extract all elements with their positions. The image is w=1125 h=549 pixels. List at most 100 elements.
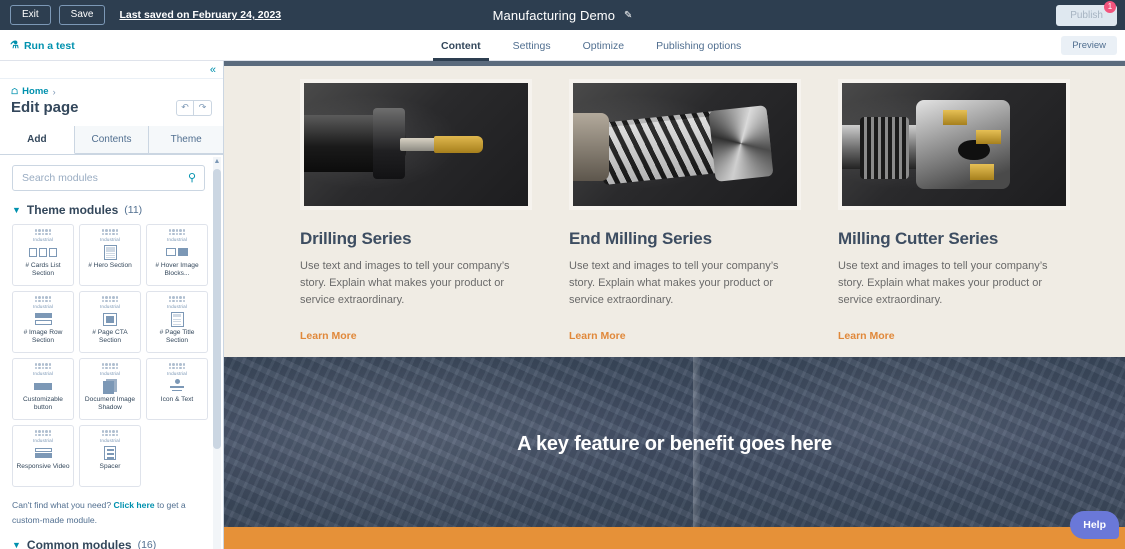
editor-navbar: ⚗ Run a test Content Settings Optimize P… <box>0 30 1125 61</box>
module-card-customizable-button[interactable]: Industrial Customizable button <box>12 358 74 420</box>
drag-handle-icon[interactable] <box>35 430 51 436</box>
responsive-video-icon <box>34 445 52 461</box>
run-a-test-link[interactable]: ⚗ Run a test <box>10 30 75 61</box>
drag-handle-icon[interactable] <box>102 430 118 436</box>
drag-handle-icon[interactable] <box>102 229 118 235</box>
module-card-icon-and-text[interactable]: Industrial Icon & Text <box>146 358 208 420</box>
search-modules-field[interactable]: ⚲ <box>12 165 205 191</box>
product-cards-row: Drilling Series Use text and images to t… <box>224 79 1125 344</box>
learn-more-link[interactable]: Learn More <box>838 330 895 342</box>
module-brand: Industrial <box>32 371 54 376</box>
module-brand: Industrial <box>166 304 188 309</box>
search-icon[interactable]: ⚲ <box>188 171 196 184</box>
scroll-up-arrow-icon[interactable]: ▲ <box>213 157 221 167</box>
exit-button[interactable]: Exit <box>10 5 51 25</box>
module-label: # Hover Image Blocks... <box>155 262 199 278</box>
drag-handle-icon[interactable] <box>35 363 51 369</box>
module-brand: Industrial <box>99 237 121 242</box>
sidebar-tabs: Add Contents Theme <box>0 126 223 155</box>
cards-list-icon <box>29 244 57 260</box>
product-image-milling-cutter <box>838 79 1070 210</box>
drag-handle-icon[interactable] <box>35 296 51 302</box>
module-label: Responsive Video <box>16 463 70 470</box>
module-label: # Hero Section <box>88 262 132 269</box>
hero-heading: A key feature or benefit goes here <box>517 433 832 455</box>
module-card-hover-image-blocks[interactable]: Industrial # Hover Image Blocks... <box>146 224 208 286</box>
preview-button[interactable]: Preview <box>1061 36 1117 55</box>
module-label: Icon & Text <box>160 396 194 403</box>
product-heading: End Milling Series <box>569 229 712 248</box>
edit-page-title: Edit page <box>11 99 79 116</box>
hero-section-icon <box>103 244 117 260</box>
learn-more-link[interactable]: Learn More <box>569 330 626 342</box>
sidebar-body: ⚲ ▼ Theme modules (11) Industrial # Card… <box>0 155 223 549</box>
module-brand: Industrial <box>32 438 54 443</box>
sidebar-tab-add[interactable]: Add <box>0 126 75 154</box>
learn-more-link[interactable]: Learn More <box>300 330 357 342</box>
drag-handle-icon[interactable] <box>169 363 185 369</box>
tab-settings[interactable]: Settings <box>497 30 567 61</box>
module-card-document-image-shadow[interactable]: Industrial Document Image Shadow <box>79 358 141 420</box>
product-body: Use text and images to tell your company… <box>300 260 510 307</box>
sidebar-tab-theme[interactable]: Theme <box>149 126 223 154</box>
double-chevron-left-icon[interactable]: « <box>210 64 216 76</box>
module-card-image-row-section[interactable]: Industrial # Image Row Section <box>12 291 74 353</box>
save-button[interactable]: Save <box>58 5 106 25</box>
top-toolbar-right: Publish 1 <box>1056 0 1117 30</box>
page-preview-canvas: Drilling Series Use text and images to t… <box>224 61 1125 549</box>
theme-modules-count: (11) <box>124 204 143 216</box>
module-card-page-title-section[interactable]: Industrial # Page Title Section <box>146 291 208 353</box>
sidebar-tab-contents[interactable]: Contents <box>74 126 150 154</box>
product-card-drilling-series[interactable]: Drilling Series Use text and images to t… <box>300 79 532 344</box>
redo-icon[interactable]: ↷ <box>194 99 212 116</box>
top-toolbar: Exit Save Last saved on February 24, 202… <box>0 0 1125 30</box>
common-modules-group-header[interactable]: ▼ Common modules (16) <box>12 538 213 549</box>
module-label: Document Image Shadow <box>84 396 136 412</box>
page-title: Manufacturing Demo <box>492 7 616 23</box>
theme-modules-title: Theme modules <box>26 203 119 217</box>
drag-handle-icon[interactable] <box>35 229 51 235</box>
custom-module-note: Can't find what you need? Click here to … <box>12 498 202 527</box>
module-brand: Industrial <box>99 304 121 309</box>
module-card-cards-list-section[interactable]: Industrial # Cards List Section <box>12 224 74 286</box>
page-cta-icon <box>103 311 117 327</box>
tab-publishing-options[interactable]: Publishing options <box>640 30 757 61</box>
chevron-down-icon[interactable]: ▼ <box>12 540 21 549</box>
scrollbar-thumb[interactable] <box>213 169 221 449</box>
product-card-end-milling-series[interactable]: End Milling Series Use text and images t… <box>569 79 801 344</box>
module-label: # Image Row Section <box>23 329 63 345</box>
module-card-hero-section[interactable]: Industrial # Hero Section <box>79 224 141 286</box>
drag-handle-icon[interactable] <box>102 296 118 302</box>
note-prefix: Can't find what you need? <box>12 500 114 510</box>
drag-handle-icon[interactable] <box>169 296 185 302</box>
click-here-link[interactable]: Click here <box>114 500 155 510</box>
theme-modules-group-header[interactable]: ▼ Theme modules (11) <box>12 203 213 217</box>
spacer-icon <box>104 445 116 461</box>
product-heading: Drilling Series <box>300 229 412 248</box>
module-brand: Industrial <box>166 237 188 242</box>
module-label: Spacer <box>99 463 121 470</box>
module-label: # Page CTA Section <box>92 329 128 345</box>
breadcrumb-home-link[interactable]: Home <box>22 86 48 97</box>
drag-handle-icon[interactable] <box>102 363 118 369</box>
top-toolbar-left: Exit Save Last saved on February 24, 202… <box>0 5 281 25</box>
button-icon <box>34 378 52 394</box>
hero-banner-section[interactable]: A key feature or benefit goes here <box>224 357 1125 549</box>
module-brand: Industrial <box>166 371 188 376</box>
module-label: # Cards List Section <box>25 262 61 278</box>
tab-optimize[interactable]: Optimize <box>567 30 640 61</box>
help-button[interactable]: Help <box>1070 511 1119 539</box>
chevron-down-icon[interactable]: ▼ <box>12 205 21 215</box>
module-card-spacer[interactable]: Industrial Spacer <box>79 425 141 487</box>
undo-icon[interactable]: ↶ <box>176 99 194 116</box>
drag-handle-icon[interactable] <box>169 229 185 235</box>
pencil-icon[interactable]: ✎ <box>624 10 632 21</box>
tab-content[interactable]: Content <box>425 30 497 61</box>
sidebar-scrollbar[interactable]: ▲ ▼ <box>213 157 221 549</box>
module-card-page-cta-section[interactable]: Industrial # Page CTA Section <box>79 291 141 353</box>
product-image-end-milling <box>569 79 801 210</box>
product-card-milling-cutter-series[interactable]: Milling Cutter Series Use text and image… <box>838 79 1070 344</box>
module-card-responsive-video[interactable]: Industrial Responsive Video <box>12 425 74 487</box>
undo-redo-group: ↶ ↷ <box>176 99 212 116</box>
search-input[interactable] <box>13 166 204 190</box>
